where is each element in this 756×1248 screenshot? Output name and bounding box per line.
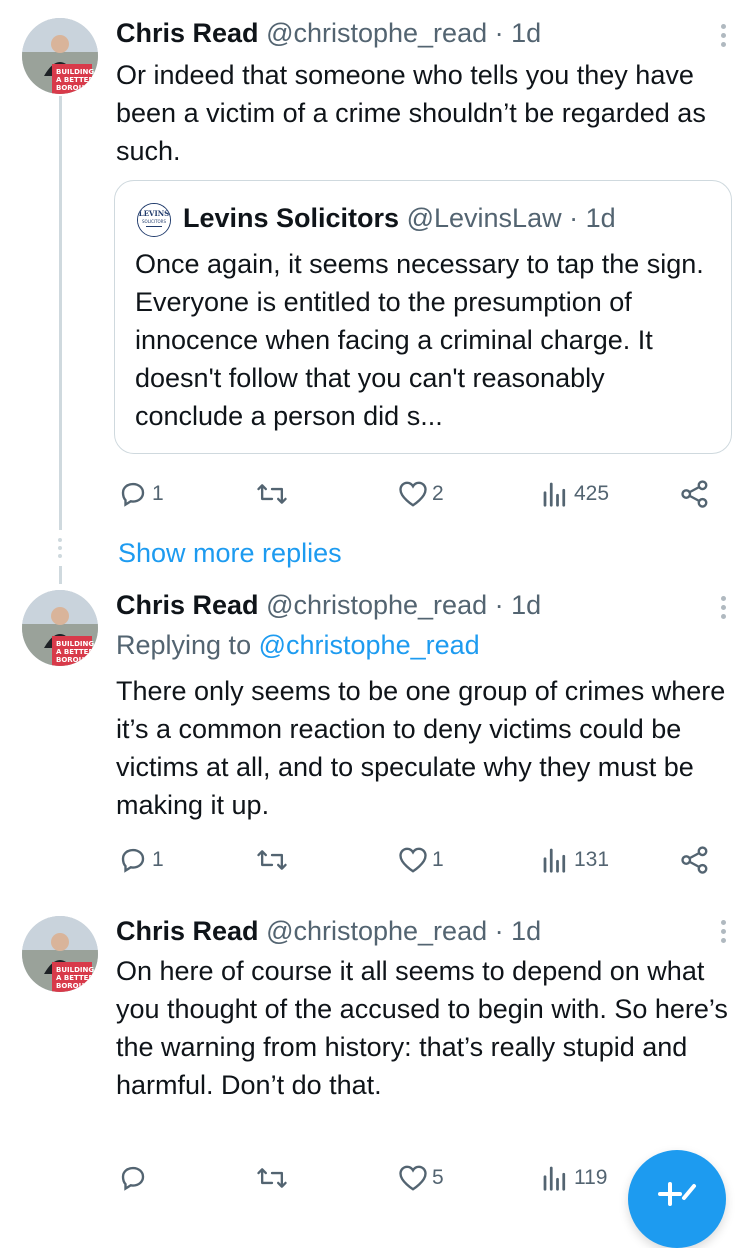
- view-count: 119: [574, 1166, 608, 1189]
- views-icon: [543, 848, 566, 873]
- retweet-button[interactable]: [256, 842, 292, 878]
- avatar[interactable]: BUILDING A BETTER BOROUGH: [22, 916, 98, 992]
- like-button[interactable]: 5: [398, 1160, 444, 1196]
- views-button[interactable]: 425: [540, 476, 609, 512]
- view-count: 131: [574, 848, 610, 871]
- reply-icon: [121, 848, 145, 873]
- svg-text:A BETTER: A BETTER: [56, 648, 94, 656]
- tweet-text: Or indeed that someone who tells you the…: [116, 60, 706, 166]
- separator: ·: [494, 590, 504, 620]
- svg-text:LEVINS: LEVINS: [139, 209, 169, 218]
- author-name[interactable]: Chris Read: [116, 590, 259, 620]
- reply-button[interactable]: 1: [118, 842, 164, 878]
- quoted-author-handle[interactable]: @LevinsLaw: [407, 203, 562, 233]
- share-button[interactable]: [680, 476, 710, 512]
- avatar[interactable]: BUILDING A BETTER BOROUGH: [22, 590, 98, 666]
- like-button[interactable]: 2: [398, 476, 444, 512]
- author-handle[interactable]: @christophe_read: [266, 916, 487, 946]
- retweet-icon: [257, 850, 287, 870]
- share-icon: [681, 846, 708, 874]
- more-options-icon[interactable]: [720, 920, 726, 947]
- author-handle[interactable]: @christophe_read: [266, 18, 487, 48]
- like-count: 2: [432, 482, 444, 505]
- quoted-header: Levins Solicitors @LevinsLaw · 1d: [183, 201, 616, 235]
- thread-line: [59, 566, 62, 584]
- reply-count: 1: [152, 482, 164, 505]
- tweet-text: There only seems to be one group of crim…: [116, 676, 726, 820]
- retweet-button[interactable]: [256, 1160, 292, 1196]
- more-options-icon[interactable]: [720, 596, 726, 623]
- quoted-timestamp[interactable]: 1d: [586, 203, 616, 233]
- views-icon: [543, 1166, 566, 1191]
- reply-icon: [121, 482, 145, 507]
- quoted-author-name[interactable]: Levins Solicitors: [183, 203, 399, 233]
- svg-text:A BETTER: A BETTER: [56, 974, 94, 982]
- share-icon: [681, 480, 708, 508]
- share-button[interactable]: [680, 842, 710, 878]
- svg-text:BOROUGH: BOROUGH: [56, 84, 96, 92]
- timestamp[interactable]: 1d: [511, 916, 541, 946]
- svg-text:BOROUGH: BOROUGH: [56, 982, 96, 990]
- retweet-icon: [257, 1168, 287, 1188]
- author-handle[interactable]: @christophe_read: [266, 590, 487, 620]
- heart-icon: [399, 847, 427, 873]
- svg-text:A BETTER: A BETTER: [56, 76, 94, 84]
- heart-icon: [399, 1165, 427, 1191]
- separator: ·: [494, 18, 504, 48]
- replying-to: Replying to @christophe_read: [116, 628, 480, 662]
- svg-text:SOLICITORS: SOLICITORS: [142, 219, 166, 224]
- compose-button[interactable]: [628, 1150, 726, 1248]
- quoted-text: Once again, it seems necessary to tap th…: [135, 249, 704, 431]
- show-more-replies-link[interactable]: Show more replies: [118, 536, 342, 570]
- heart-icon: [399, 481, 427, 507]
- more-options-icon[interactable]: [720, 24, 726, 51]
- reply-icon: [121, 1166, 145, 1191]
- retweet-icon: [257, 484, 287, 504]
- author-name[interactable]: Chris Read: [116, 916, 259, 946]
- reply-button[interactable]: 1: [118, 476, 164, 512]
- replying-to-label: Replying to: [116, 630, 252, 660]
- views-icon: [543, 482, 566, 507]
- views-button[interactable]: 119: [540, 1160, 607, 1196]
- replying-to-handle[interactable]: @christophe_read: [259, 630, 480, 660]
- svg-text:BUILDING: BUILDING: [56, 640, 94, 648]
- reply-button[interactable]: [118, 1160, 152, 1196]
- avatar[interactable]: BUILDING A BETTER BOROUGH: [22, 18, 98, 94]
- svg-text:BUILDING: BUILDING: [56, 68, 94, 76]
- thread-dots: [56, 538, 64, 562]
- view-count: 425: [574, 482, 610, 505]
- compose-plus-icon: [658, 1182, 696, 1206]
- tweet-header: Chris Read @christophe_read · 1d: [116, 588, 541, 622]
- tweet-header: Chris Read @christophe_read · 1d: [116, 914, 541, 948]
- svg-text:BOROUGH: BOROUGH: [56, 656, 96, 664]
- like-button[interactable]: 1: [398, 842, 444, 878]
- views-button[interactable]: 131: [540, 842, 609, 878]
- retweet-button[interactable]: [256, 476, 292, 512]
- author-name[interactable]: Chris Read: [116, 18, 259, 48]
- separator: ·: [494, 916, 504, 946]
- action-bar: 1 2 425: [0, 476, 756, 512]
- tweet-header: Chris Read @christophe_read · 1d: [116, 16, 541, 50]
- timestamp[interactable]: 1d: [511, 590, 541, 620]
- like-count: 5: [432, 1166, 444, 1189]
- tweet-text: On here of course it all seems to depend…: [116, 956, 728, 1100]
- timestamp[interactable]: 1d: [511, 18, 541, 48]
- separator: ·: [569, 203, 579, 233]
- quoted-tweet[interactable]: LEVINS SOLICITORS Levins Solicitors @Lev…: [114, 180, 732, 454]
- action-bar: 1 1 131: [0, 842, 756, 878]
- svg-text:BUILDING: BUILDING: [56, 966, 94, 974]
- quoted-avatar[interactable]: LEVINS SOLICITORS: [137, 203, 171, 237]
- reply-count: 1: [152, 848, 164, 871]
- like-count: 1: [432, 848, 444, 871]
- thread-line: [59, 96, 62, 530]
